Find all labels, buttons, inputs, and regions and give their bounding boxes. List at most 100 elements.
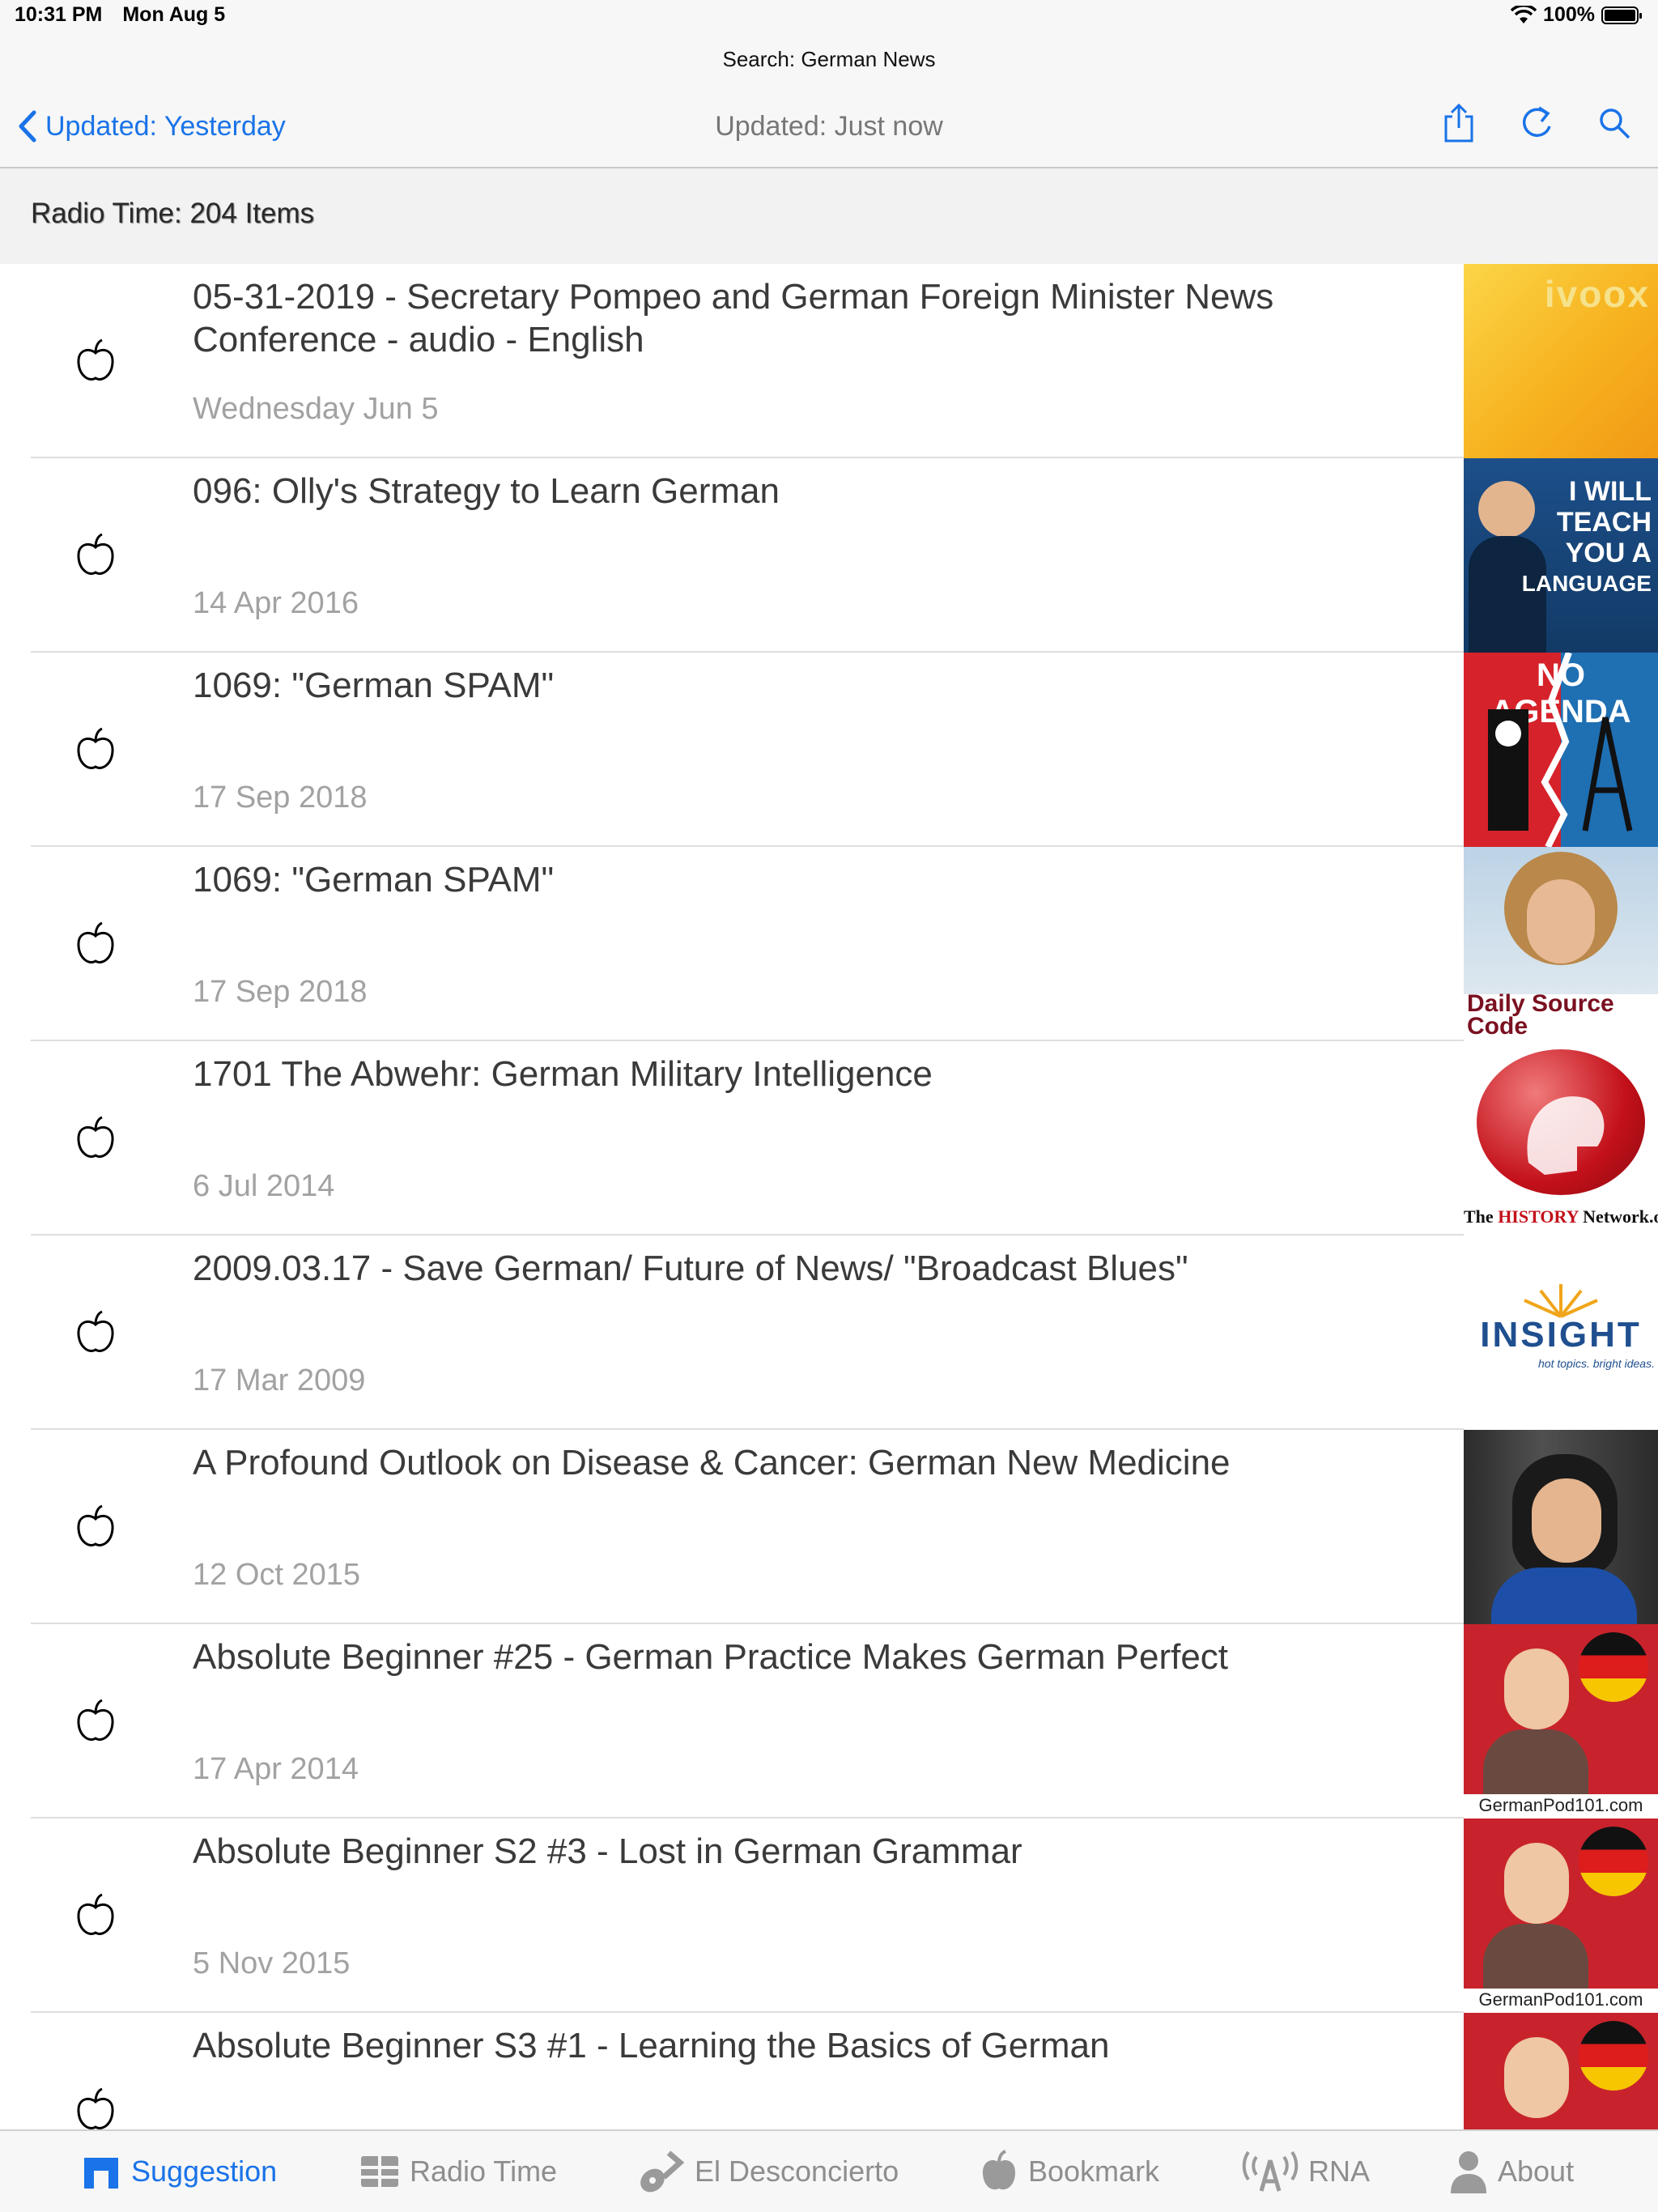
- host-body: [1483, 1924, 1588, 1989]
- apple-icon: [77, 921, 114, 963]
- podcast-thumbnail: [1464, 2013, 1658, 2129]
- tab-label: Bookmark: [1028, 2155, 1160, 2188]
- apple-icon: [77, 1699, 114, 1741]
- item-title: 05-31-2019 - Secretary Pompeo and German…: [193, 277, 1274, 359]
- item-title: 1069: "German SPAM": [193, 860, 555, 900]
- podcast-thumbnail: ivoox: [1464, 264, 1658, 458]
- list-item[interactable]: Absolute Beginner #25 - German Practice …: [0, 1624, 1658, 1819]
- tab-bookmark[interactable]: Bookmark: [980, 2149, 1159, 2194]
- item-date: 12 Oct 2015: [193, 1558, 361, 1592]
- iwill-line: LANGUAGE: [1521, 571, 1652, 596]
- list-item[interactable]: 1701 The Abwehr: German Military Intelli…: [0, 1041, 1658, 1236]
- tab-bar: Suggestion Radio Time El Desconcierto Bo…: [0, 2129, 1658, 2212]
- german-flag-icon: [1579, 1632, 1648, 1702]
- item-date: 17 Sep 2018: [193, 781, 368, 815]
- host-body: [1483, 1729, 1588, 1794]
- refresh-icon: [1522, 106, 1551, 137]
- search-subtitle: Search: German News: [722, 47, 936, 71]
- item-title: Absolute Beginner S2 #3 - Lost in German…: [193, 1831, 1022, 1871]
- history-network-logo: The HISTORY Network.org: [1464, 1206, 1658, 1227]
- list-item[interactable]: 05-31-2019 - Secretary Pompeo and German…: [0, 264, 1658, 458]
- apple-icon: [77, 727, 114, 769]
- item-date: 5 Nov 2015: [193, 1946, 351, 1980]
- antenna-icon: [1242, 2150, 1299, 2192]
- item-date: 6 Jul 2014: [193, 1169, 335, 1203]
- apple-icon: [77, 338, 114, 381]
- iwill-line: TEACH: [1556, 507, 1652, 538]
- item-date: 17 Mar 2009: [193, 1363, 366, 1397]
- chevron-left-icon: [19, 110, 36, 143]
- insight-logo: INSIGHT: [1480, 1315, 1642, 1355]
- apple-icon: [77, 1116, 114, 1158]
- tab-suggestion[interactable]: Suggestion: [81, 2149, 277, 2194]
- tab-label: Suggestion: [131, 2155, 278, 2188]
- wifi-icon: [1511, 5, 1537, 23]
- list-item[interactable]: Absolute Beginner S3 #1 - Learning the B…: [0, 2013, 1658, 2129]
- apple-icon: [77, 533, 114, 575]
- search-button[interactable]: [1592, 100, 1637, 146]
- history-mid: HISTORY: [1498, 1206, 1579, 1227]
- section-header-label: Radio Time: 204 Items: [31, 198, 315, 229]
- refresh-button[interactable]: [1514, 100, 1559, 146]
- ivoox-logo: ivoox: [1544, 273, 1650, 315]
- podcast-thumbnail: GermanPod101.com: [1464, 1819, 1658, 2013]
- podcast-thumbnail: NO AGENDA: [1464, 653, 1658, 847]
- tab-label: RNA: [1308, 2155, 1371, 2188]
- host-body: [1491, 1568, 1637, 1624]
- tab-about[interactable]: About: [1449, 2149, 1574, 2194]
- battery-percent: 100%: [1543, 3, 1595, 26]
- podcast-thumbnail: The HISTORY Network.org: [1464, 1041, 1658, 1236]
- item-title: Absolute Beginner #25 - German Practice …: [193, 1637, 1229, 1677]
- podcast-thumbnail: INSIGHT hot topics. bright ideas.: [1464, 1236, 1658, 1430]
- gp-logo: GermanPod101.com: [1478, 1795, 1643, 1815]
- list-item[interactable]: 1069: "German SPAM" 17 Sep 2018 NO AGEND…: [0, 653, 1658, 847]
- item-date: 17 Sep 2018: [193, 975, 368, 1009]
- status-date: Mon Aug 5: [122, 3, 226, 26]
- podcast-thumbnail: [1464, 1430, 1658, 1624]
- person-icon: [1451, 2151, 1486, 2193]
- history-pre: The: [1464, 1206, 1499, 1227]
- arch-icon: [84, 2158, 118, 2189]
- podcast-thumbnail: GermanPod101.com: [1464, 1624, 1658, 1819]
- nav-actions: [1436, 100, 1637, 146]
- navigation-bar: Search: German News Updated: Yesterday U…: [0, 32, 1658, 168]
- battery-icon: [1601, 6, 1642, 24]
- back-button[interactable]: Updated: Yesterday: [18, 110, 286, 143]
- apple-icon: [77, 2087, 114, 2129]
- list-item[interactable]: 096: Olly's Strategy to Learn German 14 …: [0, 458, 1658, 653]
- tab-radio-time[interactable]: Radio Time: [359, 2149, 557, 2194]
- host-face: [1504, 2037, 1569, 2118]
- list-item[interactable]: A Profound Outlook on Disease & Cancer: …: [0, 1430, 1658, 1624]
- status-left: 10:31 PM Mon Aug 5: [15, 3, 240, 27]
- grid-icon: [361, 2156, 398, 2187]
- gp-logo: GermanPod101.com: [1478, 1989, 1643, 2010]
- iwill-logo: I WILL TEACH YOU A LANGUAGE: [1522, 476, 1652, 599]
- german-flag-icon: [1579, 1827, 1648, 1896]
- podcast-thumbnail: Daily Source Code: [1464, 847, 1658, 1041]
- share-icon: [1444, 103, 1473, 143]
- host-face: [1504, 1648, 1569, 1729]
- tab-label: About: [1498, 2155, 1575, 2188]
- iwill-line: I WILL: [1569, 476, 1652, 507]
- list-item[interactable]: Absolute Beginner S2 #3 - Lost in German…: [0, 1819, 1658, 2013]
- apple-icon: [982, 2150, 1016, 2190]
- status-time: 10:31 PM: [15, 3, 103, 26]
- list-item[interactable]: 2009.03.17 - Save German/ Future of News…: [0, 1236, 1658, 1430]
- back-button-label: Updated: Yesterday: [45, 110, 286, 142]
- list-item[interactable]: 1069: "German SPAM" 17 Sep 2018 Daily So…: [0, 847, 1658, 1041]
- tab-el-desconcierto[interactable]: El Desconcierto: [636, 2149, 899, 2194]
- item-title: 1069: "German SPAM": [193, 666, 555, 705]
- section-header: Radio Time: 204 Items: [0, 168, 1658, 264]
- dsc-logo: Daily Source Code: [1467, 990, 1614, 1040]
- german-flag-icon: [1579, 2021, 1648, 2091]
- share-button[interactable]: [1436, 100, 1482, 146]
- apple-icon: [77, 1504, 114, 1546]
- tab-rna[interactable]: RNA: [1242, 2149, 1370, 2194]
- search-icon: [1600, 108, 1630, 139]
- item-date: Wednesday Jun 5: [193, 392, 439, 426]
- podcast-thumbnail: I WILL TEACH YOU A LANGUAGE: [1464, 458, 1658, 653]
- apple-icon: [77, 1893, 114, 1935]
- host-face: [1527, 879, 1595, 963]
- item-date: 17 Apr 2014: [193, 1752, 359, 1786]
- host-face: [1504, 1843, 1569, 1924]
